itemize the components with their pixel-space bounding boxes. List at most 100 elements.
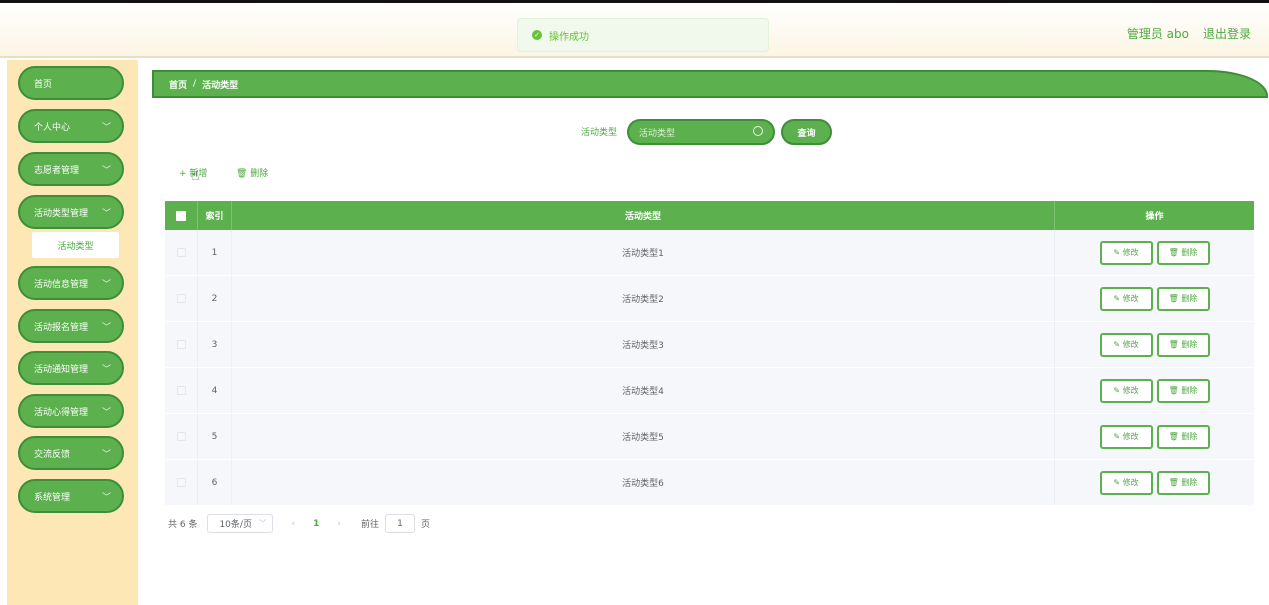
sidebar-item-label: 系统管理 [34,492,71,503]
batch-delete-button[interactable]: 🗑︎ 删除 [236,166,268,179]
sidebar-item-activity-info-mgmt[interactable]: 活动信息管理 ﹀ [18,266,124,300]
row-index: 3 [197,322,231,367]
search-button[interactable]: 查询 [781,119,832,145]
edit-button[interactable]: ✎ 修改 [1099,240,1153,265]
delete-label: 删除 [1181,248,1198,257]
table-header: 索引 活动类型 操作 [165,201,1254,230]
goto-label: 前往 [360,520,379,530]
trash-icon: 🗑︎ [1168,432,1182,441]
breadcrumb: 首页 / 活动类型 [152,70,1268,98]
delete-button[interactable]: 🗑︎ 删除 [1156,424,1210,449]
search-input[interactable]: 活动类型 [627,119,775,145]
row-select-cell [165,414,197,459]
page-size-select[interactable]: 10条/页 ﹀ [207,514,274,533]
delete-button[interactable]: 🗑︎ 删除 [1156,286,1210,311]
chevron-down-icon: ﹀ [101,209,111,219]
table-body: 1 活动类型1 ✎ 修改 🗑︎ 删除 2 活动类型2 ✎ 修改 🗑︎ 删除 3 活动类型3 ✎ 修改… [165,230,1254,506]
chevron-down-icon: ﹀ [101,408,111,418]
sidebar-item-label: 活动类型管理 [34,208,89,219]
sidebar-item-registration-mgmt[interactable]: 活动报名管理 ﹀ [18,309,124,343]
row-checkbox[interactable] [176,340,186,349]
page-unit-label: 页 [420,520,430,530]
logout-link[interactable]: 退出登录 [1203,25,1251,42]
sidebar-item-home[interactable]: 首页 [18,66,124,100]
submenu-item-label: 活动类型 [57,241,94,252]
sidebar-item-label: 首页 [34,79,53,90]
edit-icon: ✎ [1113,386,1123,395]
chevron-down-icon: ﹀ [101,493,111,503]
delete-label: 删除 [1181,478,1198,487]
row-ops: ✎ 修改 🗑︎ 删除 [1054,322,1254,367]
sidebar-item-label: 活动心得管理 [34,407,89,418]
header-name: 活动类型 [231,201,1054,230]
table-row: 2 活动类型2 ✎ 修改 🗑︎ 删除 [165,276,1254,322]
sidebar-item-volunteer-mgmt[interactable]: 志愿者管理 ﹀ [18,152,124,186]
sidebar-item-notice-mgmt[interactable]: 活动通知管理 ﹀ [18,351,124,385]
trash-icon: 🗑︎ [1168,248,1182,257]
chevron-down-icon: ﹀ [101,280,111,290]
batch-delete-label: 删除 [250,169,269,179]
search-placeholder: 活动类型 [639,128,676,139]
prev-page-button[interactable]: ‹ [291,519,295,529]
select-all-checkbox[interactable] [176,210,186,221]
sidebar-item-activity-type-mgmt[interactable]: 活动类型管理 ﹀ [18,195,124,229]
pagination-total: 共 6 条 [168,520,198,530]
row-checkbox[interactable] [176,478,186,487]
edit-icon: ✎ [1113,340,1123,349]
delete-button[interactable]: 🗑︎ 删除 [1156,240,1210,265]
delete-label: 删除 [1181,432,1198,441]
delete-button[interactable]: 🗑︎ 删除 [1156,470,1210,495]
breadcrumb-separator: / [193,79,197,89]
activity-type-table: 索引 活动类型 操作 1 活动类型1 ✎ 修改 🗑︎ 删除 2 活动类型2 ✎ 修改 🗑︎ 删… [165,201,1254,506]
trash-icon: 🗑︎ [1168,386,1182,395]
delete-button[interactable]: 🗑︎ 删除 [1156,332,1210,357]
edit-button[interactable]: ✎ 修改 [1099,332,1153,357]
breadcrumb-home[interactable]: 首页 [169,78,187,91]
sidebar-item-feedback[interactable]: 交流反馈 ﹀ [18,436,124,470]
select-all-cell [165,201,197,230]
sidebar-item-personal-center[interactable]: 个人中心 ﹀ [18,109,124,143]
sidebar-item-label: 交流反馈 [34,449,71,460]
edit-label: 修改 [1122,432,1139,441]
edit-icon: ✎ [1113,432,1123,441]
sidebar-item-label: 活动通知管理 [34,364,89,375]
row-index: 2 [197,276,231,321]
sidebar-item-system-mgmt[interactable]: 系统管理 ﹀ [18,479,124,513]
row-ops: ✎ 修改 🗑︎ 删除 [1054,368,1254,413]
edit-button[interactable]: ✎ 修改 [1099,470,1153,495]
submenu-item-activity-type[interactable]: 活动类型 [32,232,119,258]
row-name: 活动类型5 [231,414,1054,459]
top-header: ✓ 操作成功 管理员 abo 退出登录 [0,0,1269,58]
chevron-down-icon: ﹀ [101,450,111,460]
edit-label: 修改 [1122,478,1139,487]
edit-icon: ✎ [1113,294,1123,303]
page-jump-input[interactable]: 1 [384,514,415,533]
sidebar-item-experience-mgmt[interactable]: 活动心得管理 ﹀ [18,394,124,428]
page-number-current[interactable]: 1 [313,519,319,529]
edit-button[interactable]: ✎ 修改 [1099,378,1153,403]
delete-button[interactable]: 🗑︎ 删除 [1156,378,1210,403]
edit-icon: ✎ [1113,248,1123,257]
row-checkbox[interactable] [176,386,186,395]
row-select-cell [165,322,197,367]
page-size-value: 10条/页 [219,520,252,530]
search-label: 活动类型 [581,128,618,138]
table-row: 1 活动类型1 ✎ 修改 🗑︎ 删除 [165,230,1254,276]
delete-label: 删除 [1181,294,1198,303]
next-page-button[interactable]: › [337,519,341,529]
edit-label: 修改 [1122,340,1139,349]
table-row: 6 活动类型6 ✎ 修改 🗑︎ 删除 [165,460,1254,506]
edit-button[interactable]: ✎ 修改 [1099,286,1153,311]
trash-icon: 🗑︎ [1168,294,1182,303]
row-name: 活动类型6 [231,460,1054,505]
row-ops: ✎ 修改 🗑︎ 删除 [1054,230,1254,275]
breadcrumb-current: 活动类型 [202,80,239,91]
header-index: 索引 [197,201,231,230]
chevron-down-icon: ﹀ [101,123,111,133]
row-checkbox[interactable] [176,248,186,257]
row-checkbox[interactable] [176,294,186,303]
row-checkbox[interactable] [176,432,186,441]
trash-icon: 🗑︎ [236,169,251,179]
table-row: 4 活动类型4 ✎ 修改 🗑︎ 删除 [165,368,1254,414]
edit-button[interactable]: ✎ 修改 [1099,424,1153,449]
